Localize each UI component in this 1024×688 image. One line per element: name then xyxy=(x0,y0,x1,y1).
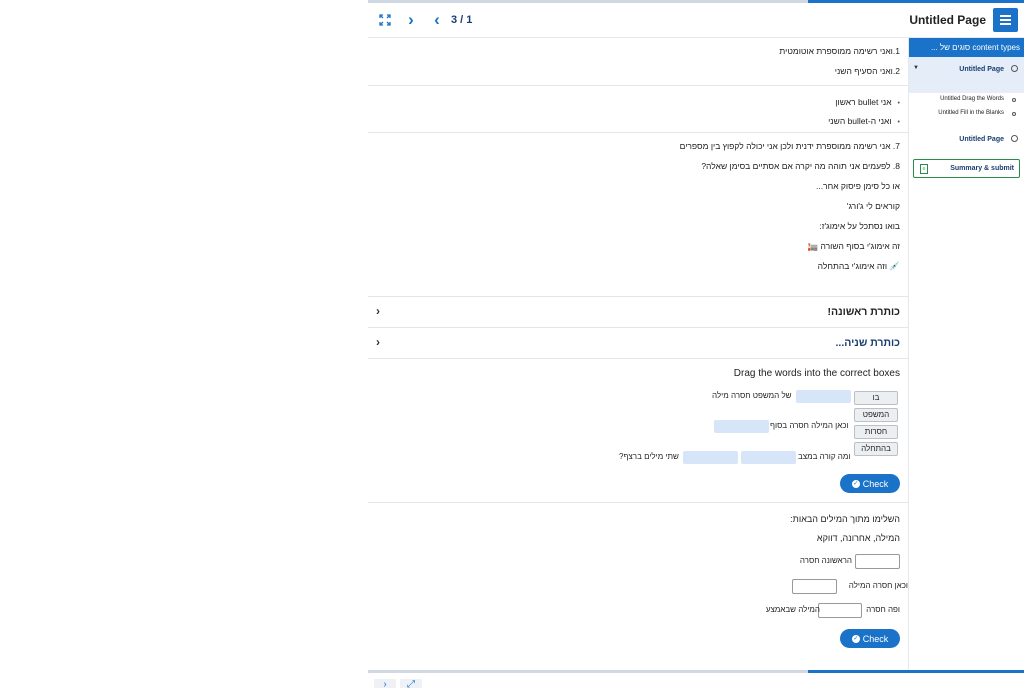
status-icon xyxy=(1011,65,1018,72)
summary-submit-button[interactable]: Summary & submit ≡ xyxy=(913,159,1020,178)
sentence-text: ומה קורה במצב xyxy=(798,452,851,461)
text-line: 💉 וזה אימוג'י בהתחלה xyxy=(817,261,900,271)
page-counter: 3 / 1 xyxy=(451,14,473,26)
prev-page-button[interactable]: ‹ xyxy=(426,9,448,31)
sidebar-item-label: Untitled Page xyxy=(959,66,1004,73)
accordion-1[interactable]: כותרת ראשונה! › xyxy=(368,297,908,328)
navigation-sidebar: content types סוגים של ... Untitled Page… xyxy=(908,38,1024,670)
drop-zone[interactable] xyxy=(683,451,738,464)
prev-icon: ‹ xyxy=(434,10,440,29)
check-button[interactable]: ✓ Check xyxy=(840,474,900,493)
text-line: 7. אני רשימה ממוספרת ידנית ולכן אני יכול… xyxy=(679,141,900,151)
menu-button[interactable] xyxy=(993,8,1018,32)
list-item: 1.ואני רשימה ממוספרת אוטומטית xyxy=(779,46,900,56)
drop-zone[interactable] xyxy=(796,390,851,403)
expand-icon[interactable] xyxy=(374,9,396,31)
draggable-word[interactable]: המשפט xyxy=(854,408,898,422)
draggable-word[interactable]: חסרות xyxy=(854,425,898,439)
chevron-icon: › xyxy=(376,304,380,318)
fib-line-text: הראשונה חסרה xyxy=(799,556,852,565)
summary-icon: ≡ xyxy=(920,164,928,174)
next-icon[interactable]: › xyxy=(374,679,396,688)
fib-instructions: השלימו מתוך המילים הבאות: xyxy=(790,514,900,524)
page-content: 1.ואני רשימה ממוספרת אוטומטית 2.ואני הסע… xyxy=(368,38,908,670)
drop-zone[interactable] xyxy=(741,451,796,464)
status-icon xyxy=(1012,98,1016,102)
list-item: •ואני ה-bullet השני xyxy=(828,116,900,126)
accordion-title: כותרת שניה... xyxy=(835,337,901,349)
fib-word-bank: המילה, אחרונה, דווקא xyxy=(816,533,900,543)
page-title: Untitled Page xyxy=(909,13,986,27)
sidebar-subitem[interactable]: Untitled Drag the Words xyxy=(909,93,1024,107)
text-block: 7. אני רשימה ממוספרת ידנית ולכן אני יכול… xyxy=(368,133,908,297)
list-item: •אני bullet ראשון xyxy=(835,97,900,107)
text-line: בואו נסתכל על אימוג'ז: xyxy=(819,221,900,231)
sidebar-item-page-1[interactable]: Untitled Page ▼ xyxy=(909,57,1024,93)
check-icon: ✓ xyxy=(851,634,860,643)
text-line: או כל סימן פיסוק אחר... xyxy=(815,181,900,191)
fib-line-text: המילה שבאמצע xyxy=(765,605,820,614)
blank-input[interactable] xyxy=(818,603,862,618)
menu-icon xyxy=(1000,15,1011,17)
drag-the-words: Drag the words into the correct boxes בו… xyxy=(368,359,908,503)
text-line: זה אימוג'י בסוף השורה 🏣 xyxy=(807,241,900,251)
expand-icon[interactable]: ⤢ xyxy=(400,679,422,688)
text-line: 8. לפעמים אני תוהה מה יקרה אם אסתיים בסי… xyxy=(701,161,900,171)
check-button[interactable]: ✓ Check xyxy=(840,629,900,648)
sentence-text: שתי מילים ברצף? xyxy=(619,452,679,461)
drag-words-title: Drag the words into the correct boxes xyxy=(733,368,900,379)
sidebar-subitem[interactable]: Untitled Fill in the Blanks xyxy=(909,107,1024,121)
top-toolbar: › ‹ 3 / 1 Untitled Page xyxy=(368,3,1024,38)
draggable-word[interactable]: בו xyxy=(854,391,898,405)
caret-down-icon: ▼ xyxy=(913,65,919,71)
check-icon: ✓ xyxy=(851,479,860,488)
blank-input[interactable] xyxy=(792,579,837,594)
accordion-title: כותרת ראשונה! xyxy=(827,306,900,318)
bullet-list: •אני bullet ראשון •ואני ה-bullet השני xyxy=(368,86,908,133)
status-icon xyxy=(1012,112,1016,116)
chevron-icon: › xyxy=(376,335,380,349)
next-page-button[interactable]: › xyxy=(400,9,422,31)
numbered-list-auto: 1.ואני רשימה ממוספרת אוטומטית 2.ואני הסע… xyxy=(368,38,908,86)
status-icon xyxy=(1011,135,1018,142)
blank-input[interactable] xyxy=(855,554,900,569)
sidebar-item-page-2[interactable]: Untitled Page xyxy=(909,127,1024,151)
text-line: קוראים לי ג'ורג' xyxy=(846,201,900,211)
content-viewer: › ‹ 3 / 1 Untitled Page 1.ואני רשימה ממו… xyxy=(368,0,1024,688)
sidebar-item-label: Untitled Page xyxy=(959,136,1004,143)
accordion-2[interactable]: כותרת שניה... › xyxy=(368,328,908,359)
bottom-toolbar: › ⤢ xyxy=(368,673,1024,688)
list-item: 2.ואני הסעיף השני xyxy=(834,66,900,76)
sentence-text: וכאן המילה חסרה בסוף xyxy=(770,421,849,430)
sentence-text: של המשפט חסרה מילה xyxy=(712,391,792,400)
fib-line-text: ופה חסרה xyxy=(866,605,900,614)
fib-line-text: וכאן חסרה המילה xyxy=(848,581,908,590)
draggable-word[interactable]: בהתחלה xyxy=(854,442,898,456)
sidebar-header: content types סוגים של ... xyxy=(909,38,1024,57)
drop-zone[interactable] xyxy=(714,420,769,433)
fill-in-the-blanks: השלימו מתוך המילים הבאות: המילה, אחרונה,… xyxy=(368,503,908,669)
next-icon: › xyxy=(408,10,414,29)
